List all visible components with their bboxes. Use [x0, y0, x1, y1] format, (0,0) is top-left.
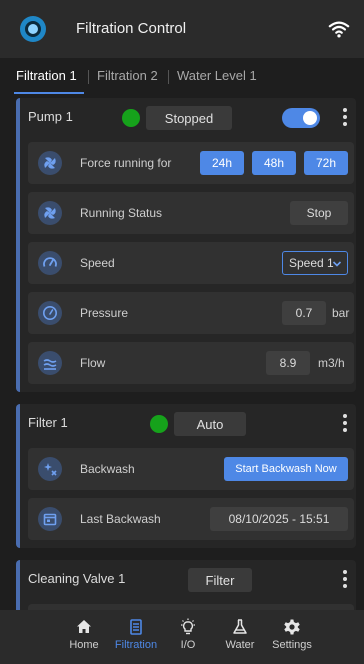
pump-status-indicator [122, 109, 140, 127]
flask-icon [233, 619, 247, 634]
speed-row: Speed Speed 1 [28, 242, 354, 284]
pressure-label: Pressure [80, 306, 129, 320]
app-title: Filtration Control [76, 20, 187, 37]
flow-unit: m3/h [318, 356, 345, 370]
fan-icon [38, 201, 62, 225]
home-icon [77, 620, 91, 633]
filter-card: Filter 1 Auto Backwash Start Backwash No… [16, 404, 356, 548]
pressure-unit: bar [332, 306, 350, 320]
tab-divider [88, 70, 89, 84]
calendar-icon [38, 507, 62, 531]
tab-bar: Filtration 1 Filtration 2 Water Level 1 [0, 58, 364, 94]
filtration-icon [130, 619, 142, 635]
backwash-row: Backwash Start Backwash Now [28, 448, 354, 490]
filter-title: Filter 1 [28, 415, 68, 430]
valve-card-header: Cleaning Valve 1 Filter [20, 560, 356, 596]
flow-icon [38, 351, 62, 375]
filter-more-icon[interactable] [342, 414, 348, 432]
force-48h-button[interactable]: 48h [252, 151, 296, 175]
chevron-down-icon [332, 261, 342, 267]
nav-water-label: Water [225, 639, 255, 651]
running-status-label: Running Status [80, 206, 163, 220]
backwash-icon [38, 457, 62, 481]
app-logo-icon [20, 16, 46, 42]
nav-water[interactable]: Water [210, 618, 270, 651]
force-running-row: Force running for 24h 48h 72h [28, 142, 354, 184]
pressure-value: 0.7 [282, 301, 326, 325]
speed-select-value: Speed 1 [289, 256, 334, 270]
pressure-row: Pressure 0.7 bar [28, 292, 354, 334]
speed-select[interactable]: Speed 1 [282, 251, 348, 275]
lightbulb-icon [181, 618, 195, 635]
nav-settings-label: Settings [272, 639, 312, 651]
wifi-icon[interactable] [328, 18, 350, 40]
tab-divider [168, 70, 169, 84]
filter-status-badge: Auto [174, 412, 246, 436]
pump-card: Pump 1 Stopped Force running for 24h 48h… [16, 98, 356, 392]
flow-row: Flow 8.9 m3/h [28, 342, 354, 384]
pump-card-header: Pump 1 Stopped [20, 98, 356, 134]
nav-io[interactable]: I/O [158, 618, 218, 651]
nav-settings[interactable]: Settings [262, 618, 322, 651]
speed-label: Speed [80, 256, 115, 270]
start-backwash-button[interactable]: Start Backwash Now [224, 457, 348, 481]
pump-enable-toggle[interactable] [282, 108, 320, 128]
flow-value: 8.9 [266, 351, 310, 375]
nav-home[interactable]: Home [54, 618, 114, 651]
pump-title: Pump 1 [28, 109, 73, 124]
valve-status-badge: Filter [188, 568, 252, 592]
nav-filtration[interactable]: Filtration [106, 618, 166, 651]
last-backwash-value: 08/10/2025 - 15:51 [210, 507, 348, 531]
active-tab-indicator [14, 92, 84, 94]
valve-more-icon[interactable] [342, 570, 348, 588]
filter-status-indicator [150, 415, 168, 433]
tab-water-level-1[interactable]: Water Level 1 [177, 68, 257, 83]
nav-home-label: Home [69, 639, 99, 651]
gear-icon [284, 619, 300, 635]
tab-filtration-2[interactable]: Filtration 2 [97, 68, 158, 83]
pump-status-badge: Stopped [146, 106, 232, 130]
force-running-label: Force running for [80, 156, 172, 170]
tab-filtration-1[interactable]: Filtration 1 [16, 68, 77, 83]
force-72h-button[interactable]: 72h [304, 151, 348, 175]
nav-filtration-label: Filtration [114, 639, 158, 651]
gauge-icon [38, 301, 62, 325]
running-status-row: Running Status Stop [28, 192, 354, 234]
pump-more-icon[interactable] [342, 108, 348, 126]
last-backwash-label: Last Backwash [80, 512, 161, 526]
backwash-label: Backwash [80, 462, 135, 476]
valve-title: Cleaning Valve 1 [28, 571, 126, 586]
nav-io-label: I/O [180, 639, 196, 651]
last-backwash-row: Last Backwash 08/10/2025 - 15:51 [28, 498, 354, 540]
fan-icon [38, 151, 62, 175]
force-24h-button[interactable]: 24h [200, 151, 244, 175]
speedometer-icon [38, 251, 62, 275]
top-bar: Filtration Control [0, 0, 364, 58]
filter-card-header: Filter 1 Auto [20, 404, 356, 440]
flow-label: Flow [80, 356, 106, 370]
bottom-navigation: Home Filtration I/O Water Settings [0, 610, 364, 664]
stop-button[interactable]: Stop [290, 201, 348, 225]
